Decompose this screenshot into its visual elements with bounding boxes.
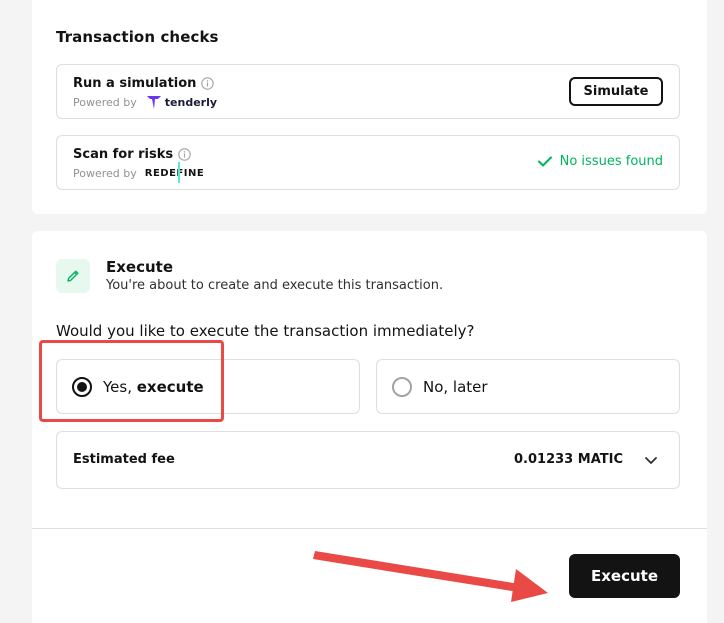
tenderly-logo-icon [146,96,161,109]
tenderly-name: tenderly [164,96,218,109]
redefine-name: REDEFINE [144,168,205,179]
radio-label-yes: Yes, execute [103,377,204,396]
scan-status: No issues found [537,154,663,169]
execute-question: Would you like to execute the transactio… [56,322,475,340]
transaction-checks-card: Transaction checks Run a simulation Powe… [32,0,707,214]
divider [32,528,707,529]
check-icon [537,156,552,167]
estimated-fee-accordion[interactable]: Estimated fee 0.01233 MATIC [56,431,680,489]
scan-status-text: No issues found [559,154,663,169]
simulate-button[interactable]: Simulate [569,77,663,106]
powered-by-tenderly: Powered by tenderly [73,96,217,109]
pencil-icon [56,259,90,293]
chevron-down-icon[interactable] [643,452,659,468]
execute-subtitle: You're about to create and execute this … [106,278,444,293]
redefine-logo: REDEFINE [144,162,205,183]
powered-by-label: Powered by [73,167,137,180]
radio-button-checked[interactable] [72,376,92,397]
radio-label-no: No, later [423,377,488,396]
execute-button[interactable]: Execute [569,554,680,598]
fee-value: 0.01233 MATIC [514,452,623,467]
simulation-title: Run a simulation [73,76,197,91]
powered-by-label: Powered by [73,96,137,109]
powered-by-redefine: Powered by REDEFINE [73,162,205,183]
simulation-row: Run a simulation Powered by tenderly Sim… [56,64,680,119]
radio-option-no-later[interactable]: No, later [376,359,680,414]
radio-button-unchecked[interactable] [392,376,412,397]
fee-label: Estimated fee [73,452,175,467]
execute-card: Execute You're about to create and execu… [32,231,707,623]
tenderly-logo: tenderly [146,96,218,109]
info-icon[interactable] [201,77,215,90]
scan-row: Scan for risks Powered by REDEFINE No is… [56,135,680,190]
radio-option-yes-execute[interactable]: Yes, execute [56,359,360,414]
scan-title-wrap: Scan for risks [73,147,191,162]
scan-title: Scan for risks [73,147,174,162]
redefine-accent-bar [177,162,180,183]
section-title: Transaction checks [56,28,219,46]
execute-title: Execute [106,258,174,276]
info-icon[interactable] [178,148,191,161]
simulation-title-wrap: Run a simulation [73,76,215,91]
